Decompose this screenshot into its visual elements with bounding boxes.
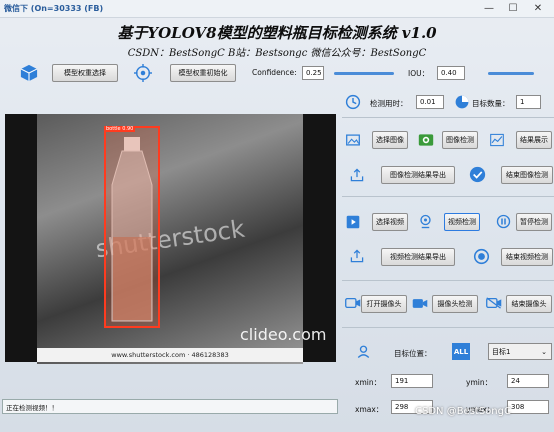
detect-time-label: 检测用时： xyxy=(370,99,408,108)
all-icon: ALL xyxy=(452,343,470,360)
close-button[interactable]: ✕ xyxy=(527,1,549,16)
minimize-button[interactable]: — xyxy=(478,1,500,16)
export-video-result-button[interactable]: 视频检测结果导出 xyxy=(381,248,455,266)
upload-icon xyxy=(350,168,364,182)
iou-slider[interactable] xyxy=(488,72,534,75)
show-result-button[interactable]: 结果展示 xyxy=(516,131,552,149)
divider xyxy=(342,196,554,197)
location-icon xyxy=(356,344,371,359)
webcam-icon xyxy=(418,214,433,229)
ymin-field: 24 xyxy=(507,374,549,388)
divider xyxy=(342,280,554,281)
xmin-label: xmin： xyxy=(355,378,382,387)
detect-time-value: 0.01 xyxy=(416,95,444,109)
page-subtitle: CSDN：BestSongC B站：Bestsongc 微信公众号：BestSo… xyxy=(127,48,427,59)
csdn-watermark: CSDN @BestSongC xyxy=(415,406,511,417)
xmin-field: 191 xyxy=(391,374,433,388)
upload-icon xyxy=(350,249,364,263)
camera-icon xyxy=(345,296,361,310)
open-camera-button[interactable]: 打开摄像头 xyxy=(361,295,407,313)
line-chart-icon xyxy=(490,133,504,147)
iou-label: IOU： xyxy=(408,69,430,78)
divider xyxy=(342,327,554,328)
model-weight-init-button[interactable]: 模型权重初始化 xyxy=(170,64,236,82)
confidence-label: Confidence: xyxy=(252,68,297,77)
camera-detect-button[interactable]: 摄像头检测 xyxy=(432,295,478,313)
end-camera-button[interactable]: 结束摄像头 xyxy=(506,295,552,313)
pie-chart-icon xyxy=(454,94,470,110)
image-caption: www.shutterstock.com · 486128383 xyxy=(37,348,303,362)
maximize-button[interactable]: ☐ xyxy=(502,1,524,16)
camera-off-icon xyxy=(486,296,502,310)
ymin-label: ymin： xyxy=(466,378,493,387)
divider xyxy=(342,117,554,118)
status-bar: 正在检测视频！！ xyxy=(2,399,338,414)
stop-icon xyxy=(473,248,490,265)
iou-input[interactable]: 0.40 xyxy=(437,66,465,80)
clock-icon xyxy=(345,94,361,110)
select-video-button[interactable]: 选择视频 xyxy=(372,213,408,231)
target-position-label: 目标位置： xyxy=(394,349,432,358)
image-icon xyxy=(346,133,360,147)
clideo-watermark: clideo.com xyxy=(240,325,327,344)
end-video-detect-button[interactable]: 结束视频检测 xyxy=(501,248,553,266)
image-detect-button[interactable]: 图像检测 xyxy=(442,131,478,149)
pause-icon xyxy=(496,214,511,229)
video-file-icon xyxy=(346,215,360,229)
target-count-value: 1 xyxy=(516,95,541,109)
target-select-value: 目标1 xyxy=(492,347,511,356)
pause-detect-button[interactable]: 暂停检测 xyxy=(516,213,552,231)
ymax-field: 308 xyxy=(507,400,549,414)
export-image-result-button[interactable]: 图像检测结果导出 xyxy=(381,166,455,184)
model-weight-select-button[interactable]: 模型权重选择 xyxy=(52,64,118,82)
video-camera-icon xyxy=(412,297,428,310)
select-image-button[interactable]: 选择图像 xyxy=(372,131,408,149)
target-icon xyxy=(134,64,152,82)
page-title: 基于YOLOV8模型的塑料瓶目标检测系统 v1.0 xyxy=(117,24,437,42)
confidence-input[interactable]: 0.25 xyxy=(302,66,324,80)
target-count-label: 目标数量： xyxy=(472,99,510,108)
check-circle-icon xyxy=(469,166,486,183)
target-select[interactable]: 目标1 ⌄ xyxy=(488,343,552,360)
detection-label: bottle 0.90 xyxy=(104,126,136,132)
image-detect-icon xyxy=(418,132,434,148)
cube-icon xyxy=(20,64,38,82)
chevron-down-icon: ⌄ xyxy=(541,347,547,356)
confidence-slider[interactable] xyxy=(334,72,394,75)
end-image-detect-button[interactable]: 结束图像检测 xyxy=(501,166,553,184)
window-title: 微信下 (On=30333 (FB) xyxy=(4,4,104,13)
video-detect-button[interactable]: 视频检测 xyxy=(444,213,480,231)
detection-bounding-box xyxy=(104,126,160,328)
xmax-label: xmax： xyxy=(355,405,384,414)
